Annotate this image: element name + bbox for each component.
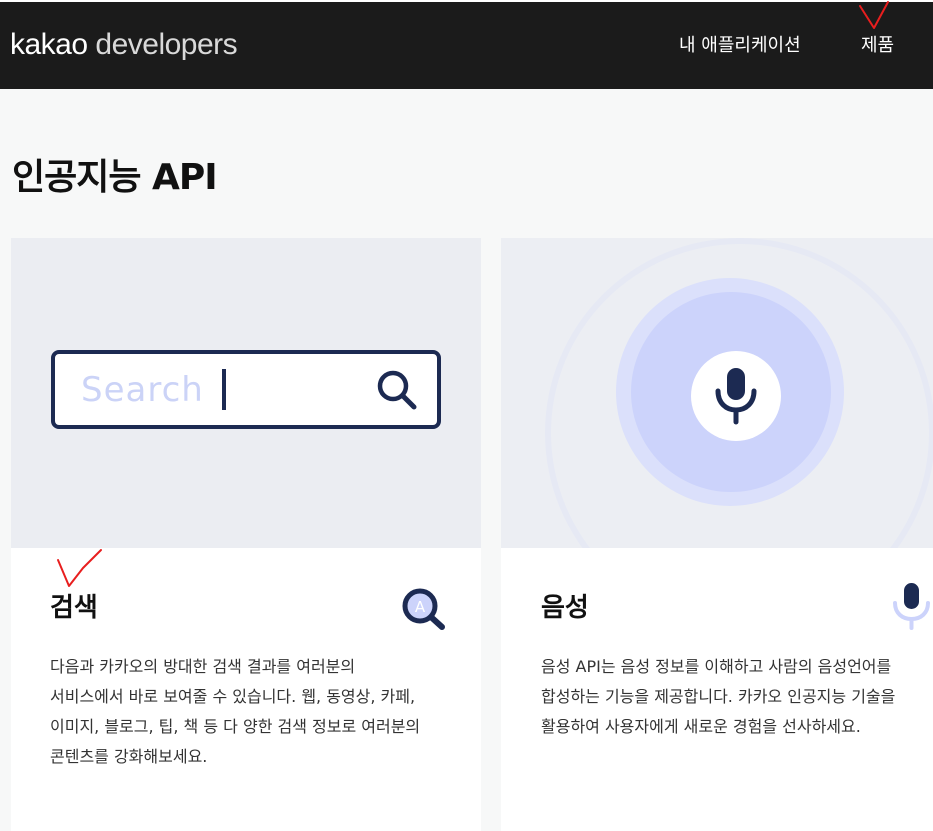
api-card-voice[interactable]: 음성 음성 API는 음성 정보를 이해하고 사람의 음성언어를 합성하는 기능…: [501, 238, 933, 831]
card-description-voice: 음성 API는 음성 정보를 이해하고 사람의 음성언어를 합성하는 기능을 제…: [541, 652, 895, 742]
voice-card-thumbnail: [501, 238, 933, 548]
logo-kakao-text: kakao: [10, 28, 88, 61]
search-box-illustration: Search: [51, 350, 441, 429]
search-magnifier-icon: A: [402, 588, 445, 630]
description-line: 다음과 카카오의 방대한 검색 결과를 여러분의: [50, 657, 356, 676]
text-caret: [222, 369, 226, 410]
description-line: 합성하는 기능을 제공합니다. 카카오 인공지능 기술을: [541, 687, 896, 706]
microphone-icon: [893, 583, 930, 630]
microphone-icon: [715, 368, 757, 425]
nav-products[interactable]: 제품: [861, 35, 894, 57]
kakao-developers-logo[interactable]: kakao developers: [10, 28, 238, 62]
search-card-thumbnail: Search: [11, 238, 481, 548]
card-title-voice: 음성: [541, 593, 589, 623]
page-title: 인공지능 API: [12, 157, 218, 198]
description-line: 서비스에서 바로 보여줄 수 있습니다. 웹, 동영상, 카페,: [50, 687, 416, 706]
top-header: kakao developers 내 애플리케이션 제품: [0, 0, 933, 89]
description-line: 활용하여 사용자에게 새로운 경험을 선사하세요.: [541, 717, 861, 736]
logo-developers-text: developers: [95, 28, 238, 61]
search-icon: [377, 370, 417, 410]
red-check-annotation-search: [57, 549, 102, 587]
card-description-search: 다음과 카카오의 방대한 검색 결과를 여러분의 서비스에서 바로 보여줄 수 …: [50, 652, 420, 772]
description-line: 음성 API는 음성 정보를 이해하고 사람의 음성언어를: [541, 657, 892, 676]
description-line: 이미지, 블로그, 팁, 책 등 다 양한 검색 정보로 여러분의: [50, 717, 421, 736]
api-card-search[interactable]: Search 검색 A 다음과 카카오의 방대한 검색 결과를 여러분의 서비스…: [11, 238, 481, 831]
svg-text:A: A: [415, 598, 426, 616]
description-line: 콘텐츠를 강화해보세요.: [50, 747, 208, 766]
nav-my-applications[interactable]: 내 애플리케이션: [679, 35, 801, 57]
card-title-search: 검색: [50, 593, 98, 623]
search-placeholder-text: Search: [81, 370, 204, 410]
